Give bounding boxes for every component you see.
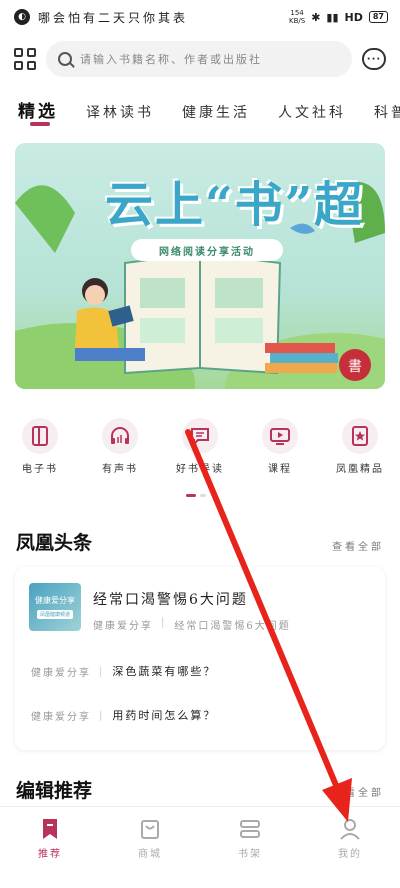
shopping-bag-icon [138,817,162,841]
chat-icon [182,418,218,454]
featured-source: 健康爱分享 [93,621,153,632]
network-type: HD [344,10,363,24]
star-book-icon [342,418,378,454]
search-bar[interactable]: 请输入书籍名称、作者或出版社 [46,41,352,77]
category-grid-icon[interactable] [14,48,36,70]
headlines-view-all[interactable]: 查看全部 [332,538,384,553]
tab-health[interactable]: 健康生活 [182,102,250,122]
page-dot [200,494,206,497]
banner-subtitle: 网络阅读分享活动 [131,239,283,261]
person-icon [338,817,362,841]
battery-icon: 87 [368,11,388,23]
quick-label: 好书导读 [176,464,224,475]
signal-icon: ▮▮ [326,10,339,24]
tabbar-store[interactable]: 商城 [100,807,200,888]
bookshelf-icon [238,817,262,841]
app-logo-icon: ◐ [14,9,30,25]
headlines-card: 健康爱分享 凤凰健康频道 经常口渴警惕6大问题 健康爱分享 | 经常口渴警惕6大… [15,567,385,750]
category-tabs: 精选 译林读书 健康生活 人文社科 科普新 [0,84,400,136]
headlines-title: 凤凰头条 [16,532,93,554]
quick-ebook[interactable]: 电子书 [0,418,80,482]
featured-meta: 健康爱分享 | 经常口渴警惕6大问题 [93,617,291,632]
quick-audiobook[interactable]: 有声书 [80,418,160,482]
quick-label: 电子书 [22,464,58,475]
recommend-view-all[interactable]: 查看全部 [332,784,384,799]
quick-premium[interactable]: 凤凰精品 [320,418,400,482]
search-placeholder: 请输入书籍名称、作者或出版社 [80,53,262,66]
tab-science[interactable]: 科普新 [374,102,400,122]
quick-guide[interactable]: 好书导读 [160,418,240,482]
list-item[interactable]: 健康爱分享 | 深色蔬菜有哪些？ [31,663,216,679]
page-dot-active [186,494,196,497]
bottom-tab-bar: 推荐 商城 书架 我的 [0,806,400,888]
svg-text:書: 書 [348,359,362,375]
recommend-title: 编辑推荐 [16,780,93,802]
promo-banner[interactable]: 書 云上“书”超 网络阅读分享活动 [15,143,385,389]
message-icon[interactable]: ··· [362,48,386,70]
tab-featured[interactable]: 精选 [18,97,58,122]
quick-label: 有声书 [102,464,138,475]
quick-label: 课程 [268,464,292,475]
quick-label: 凤凰精品 [336,464,384,475]
quick-course[interactable]: 课程 [240,418,320,482]
banner-title: 云上“书”超 [105,177,365,233]
list-item[interactable]: 健康爱分享 | 用药时间怎么算？ [31,707,216,723]
featured-thumbnail[interactable]: 健康爱分享 凤凰健康频道 [29,583,81,631]
headphones-icon [102,418,138,454]
bluetooth-icon: ✱ [311,10,321,24]
featured-subtitle: 经常口渴警惕6大问题 [174,621,291,632]
status-indicators: 154 KB/S ✱ ▮▮ HD 87 [289,9,388,25]
tabbar-recommend[interactable]: 推荐 [0,807,100,888]
video-icon [262,418,298,454]
book-icon [22,418,58,454]
status-marquee: 哪会怕有二天只你其表 [38,10,189,25]
bookmark-icon [38,817,62,841]
tab-yilin[interactable]: 译林读书 [86,102,154,122]
net-speed: 154 KB/S [288,9,306,25]
top-header: 请输入书籍名称、作者或出版社 ··· [0,34,400,84]
quick-links: 电子书 有声书 好书导读 课程 凤凰精品 [0,418,400,482]
status-bar: ◐ 哪会怕有二天只你其表 154 KB/S ✱ ▮▮ HD 87 [0,0,400,34]
active-tab-indicator [30,122,50,126]
page-indicator [186,494,206,497]
featured-title[interactable]: 经常口渴警惕6大问题 [93,589,248,609]
tabbar-profile[interactable]: 我的 [300,807,400,888]
search-icon [58,52,72,66]
tabbar-bookshelf[interactable]: 书架 [200,807,300,888]
tab-humanities[interactable]: 人文社科 [278,102,346,122]
